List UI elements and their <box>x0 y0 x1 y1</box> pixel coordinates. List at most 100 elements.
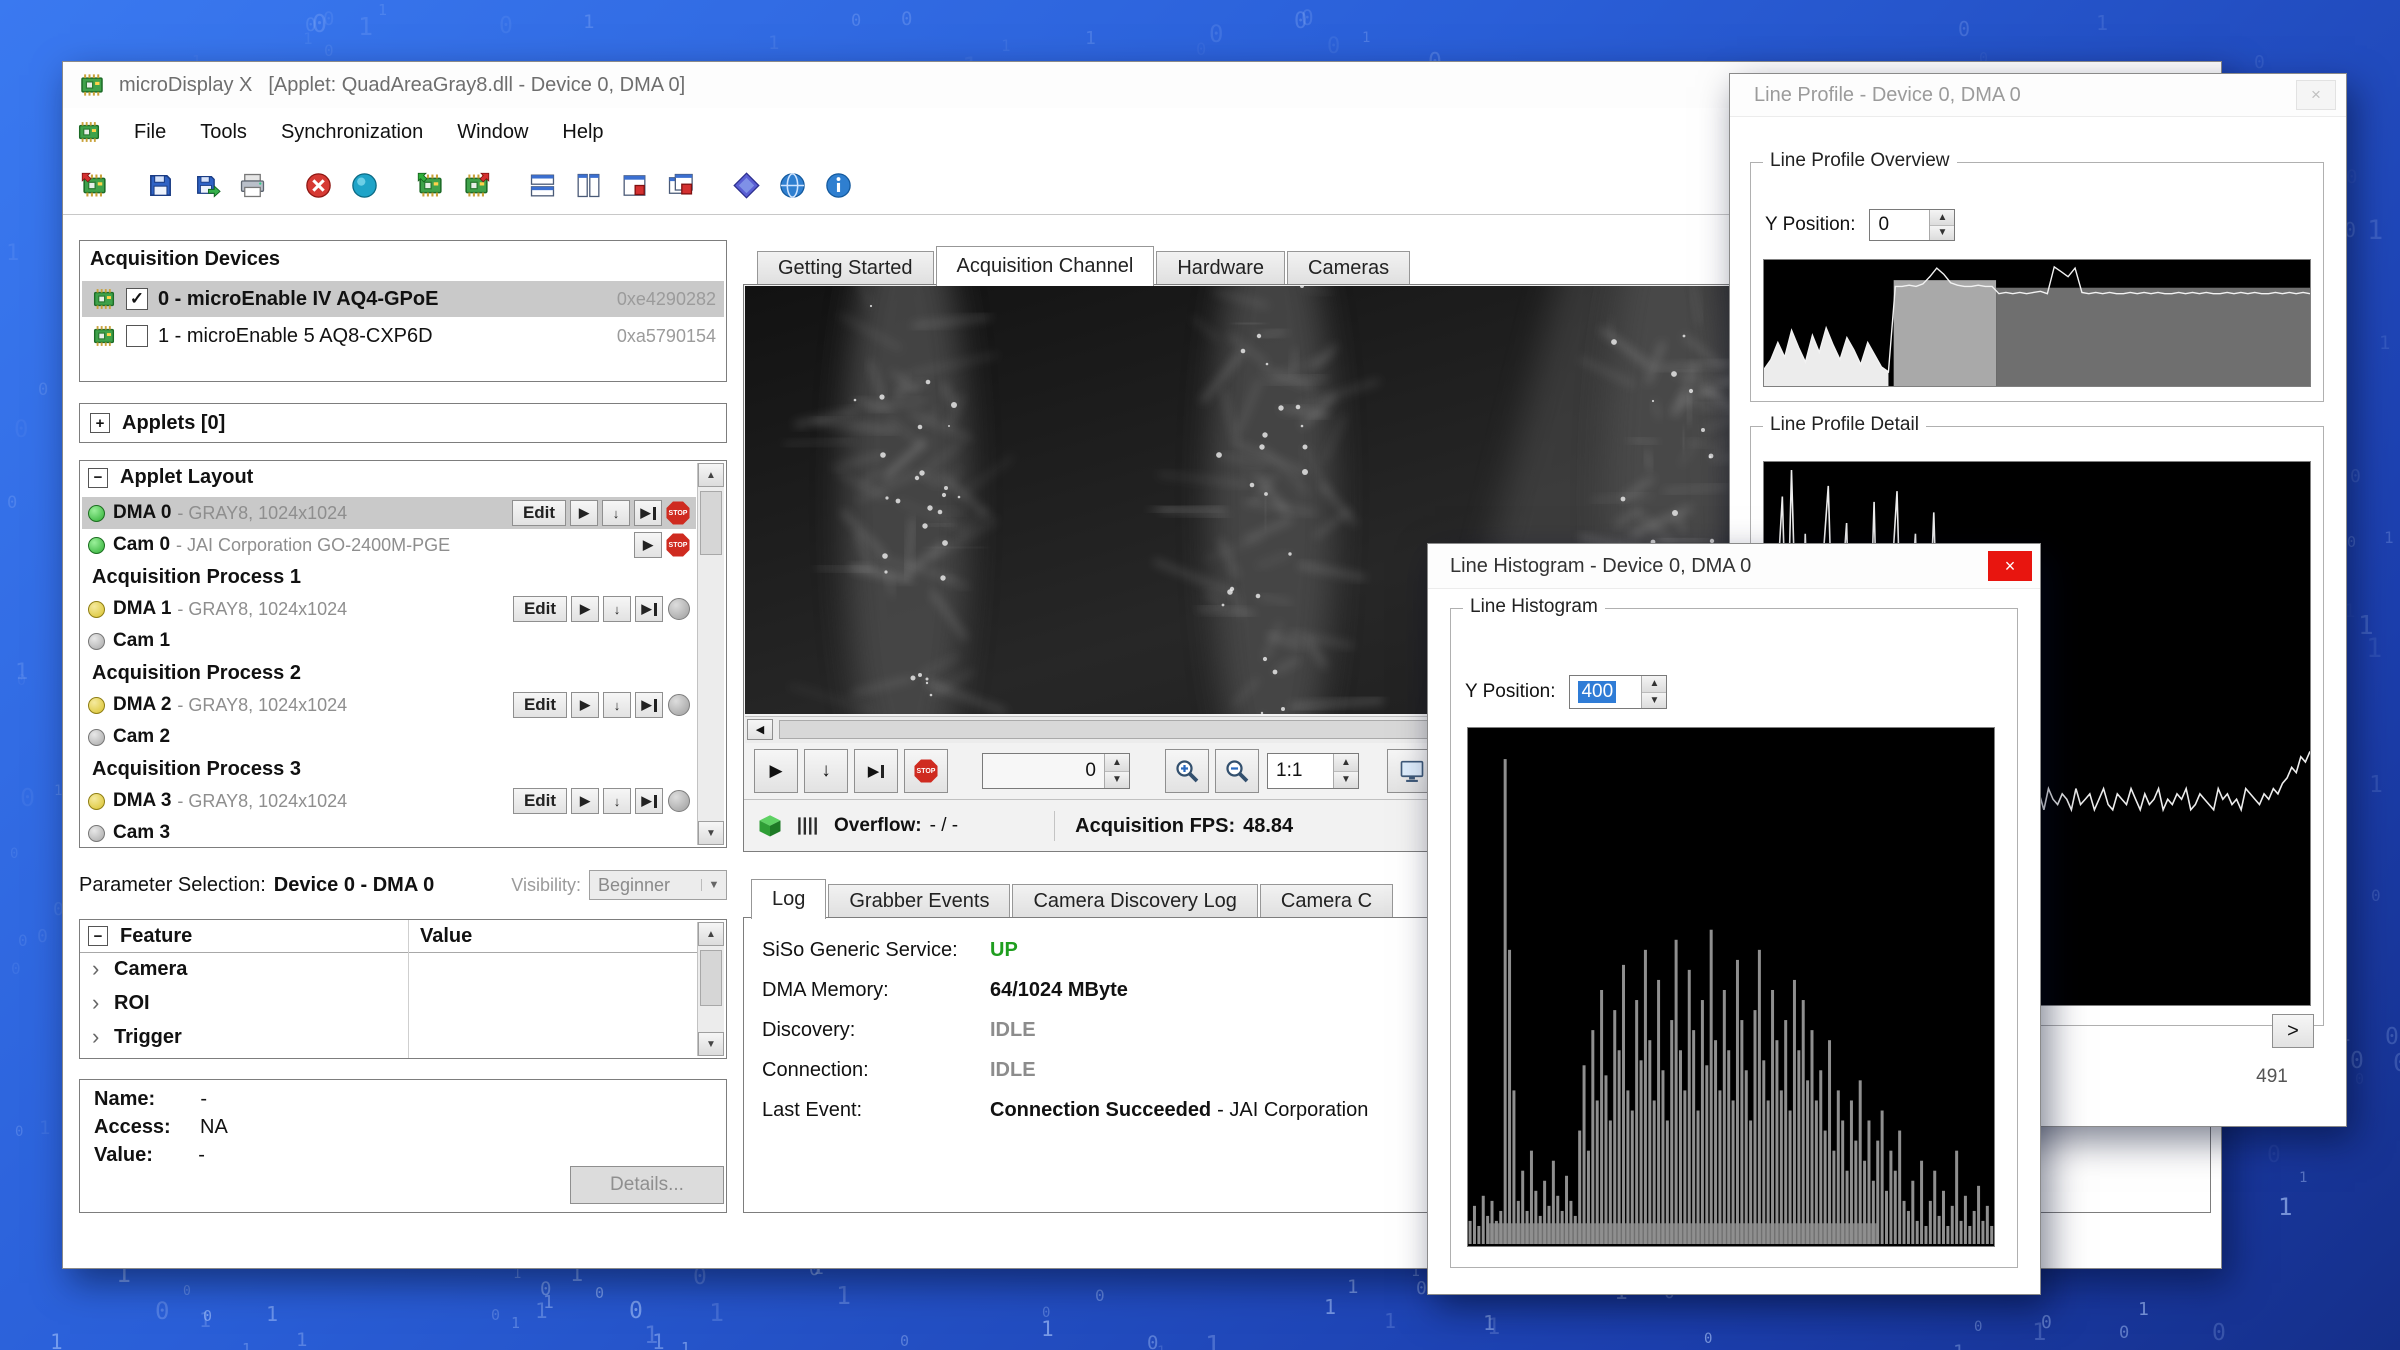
chip-in-icon[interactable] <box>411 166 449 204</box>
power-icon[interactable] <box>345 166 383 204</box>
log-tab-camera-discovery-log[interactable]: Camera Discovery Log <box>1012 884 1257 918</box>
collapse-icon[interactable]: − <box>88 926 108 946</box>
log-tab-log[interactable]: Log <box>751 879 826 919</box>
zoom-out-button[interactable] <box>1215 749 1259 793</box>
tab-acquisition-channel[interactable]: Acquisition Channel <box>936 246 1155 286</box>
scroll-up-button[interactable]: ▲ <box>698 922 724 946</box>
menu-synchronization[interactable]: Synchronization <box>264 108 440 156</box>
spin-down[interactable]: ▼ <box>1105 772 1129 789</box>
close-icon[interactable]: × <box>1988 551 2032 581</box>
expander-icon[interactable]: › <box>92 990 114 1016</box>
spin-down[interactable]: ▼ <box>1334 772 1358 789</box>
dma-row[interactable]: DMA 0- GRAY8, 1024x1024Edit▶↓▶STOP <box>82 497 696 529</box>
y-position-spinbox[interactable]: 0 ▲▼ <box>1869 209 1955 241</box>
zoom-scale-spinbox[interactable]: 1:1 ▲▼ <box>1267 753 1359 789</box>
feature-table-scrollbar[interactable]: ▲ ▼ <box>697 922 724 1056</box>
grab-button[interactable]: ↓ <box>603 692 631 718</box>
scroll-left-button[interactable]: ◀ <box>747 719 773 740</box>
spin-up[interactable]: ▲ <box>1334 754 1358 772</box>
details-button[interactable]: Details... <box>570 1166 724 1204</box>
feature-column-header[interactable]: Feature <box>120 925 192 948</box>
spin-up[interactable]: ▲ <box>1642 676 1666 693</box>
collapse-icon[interactable]: − <box>88 468 108 488</box>
close-all-icon[interactable] <box>661 166 699 204</box>
expander-icon[interactable]: › <box>92 956 114 982</box>
next-line-button[interactable]: > <box>2272 1014 2314 1048</box>
scroll-down-button[interactable]: ▼ <box>698 821 724 845</box>
grab-button[interactable]: ↓ <box>603 788 631 814</box>
last-frame-button[interactable]: ▶ <box>635 788 663 814</box>
play-button[interactable]: ▶ <box>754 749 798 793</box>
menu-help[interactable]: Help <box>545 108 620 156</box>
last-frame-button[interactable]: ▶ <box>635 692 663 718</box>
line-histogram-titlebar[interactable]: Line Histogram - Device 0, DMA 0 × <box>1428 544 2040 589</box>
chip-out-icon[interactable] <box>457 166 495 204</box>
close-vp-icon[interactable] <box>615 166 653 204</box>
stop-button[interactable]: STOP <box>666 533 690 557</box>
y-position-spinbox[interactable]: 400 ▲▼ <box>1569 675 1667 709</box>
close-icon[interactable]: × <box>2296 80 2336 110</box>
stop-button-inactive[interactable] <box>668 598 690 620</box>
grab-button[interactable]: ↓ <box>804 749 848 793</box>
applets-panel[interactable]: + Applets [0] <box>79 403 727 443</box>
device-row[interactable]: 1 - microEnable 5 AQ8-CXP6D 0xa5790154 <box>82 319 724 353</box>
play-button[interactable]: ▶ <box>571 692 599 718</box>
dma-row[interactable]: DMA 1- GRAY8, 1024x1024Edit▶↓▶ <box>82 593 696 625</box>
scroll-down-button[interactable]: ▼ <box>698 1032 724 1056</box>
save-export-icon[interactable] <box>187 166 225 204</box>
edit-button[interactable]: Edit <box>513 788 567 814</box>
expand-icon[interactable]: + <box>90 413 110 433</box>
frame-counter[interactable]: 0 ▲▼ <box>982 753 1130 789</box>
applet-layout-scrollbar[interactable]: ▲ ▼ <box>697 463 724 845</box>
last-frame-button[interactable]: ▶ <box>635 596 663 622</box>
grab-button[interactable]: ↓ <box>603 596 631 622</box>
menu-window[interactable]: Window <box>440 108 545 156</box>
expander-icon[interactable]: › <box>92 1024 114 1050</box>
spin-up[interactable]: ▲ <box>1930 210 1954 226</box>
zoom-in-button[interactable] <box>1165 749 1209 793</box>
stop-button-inactive[interactable] <box>668 694 690 716</box>
spin-up[interactable]: ▲ <box>1105 754 1129 772</box>
spin-down[interactable]: ▼ <box>1642 693 1666 709</box>
device-checkbox[interactable]: ✓ <box>126 288 148 310</box>
cam-row[interactable]: Cam 1 <box>82 625 696 657</box>
line-profile-titlebar[interactable]: Line Profile - Device 0, DMA 0 × <box>1730 74 2346 117</box>
device-checkbox[interactable] <box>126 325 148 347</box>
chip-load-icon[interactable] <box>75 166 113 204</box>
scroll-up-button[interactable]: ▲ <box>698 463 724 487</box>
tab-cameras[interactable]: Cameras <box>1287 251 1410 285</box>
last-frame-button[interactable]: ▶ <box>634 500 662 526</box>
spin-down[interactable]: ▼ <box>1930 226 1954 241</box>
play-button[interactable]: ▶ <box>570 500 598 526</box>
last-frame-button[interactable]: ▶ <box>854 749 898 793</box>
web-icon[interactable] <box>773 166 811 204</box>
tab-hardware[interactable]: Hardware <box>1156 251 1285 285</box>
play-button[interactable]: ▶ <box>571 596 599 622</box>
stop-button[interactable]: STOP <box>904 749 948 793</box>
feature-row-trigger[interactable]: › Trigger <box>80 1020 698 1054</box>
tile-h-icon[interactable] <box>523 166 561 204</box>
value-column-header[interactable]: Value <box>420 925 472 948</box>
edit-button[interactable]: Edit <box>513 596 567 622</box>
book-icon[interactable] <box>727 166 765 204</box>
abort-icon[interactable] <box>299 166 337 204</box>
feature-row-roi[interactable]: › ROI <box>80 986 698 1020</box>
cam-row[interactable]: Cam 3 <box>82 817 696 845</box>
info-icon[interactable] <box>819 166 857 204</box>
menu-file[interactable]: File <box>117 108 183 156</box>
edit-button[interactable]: Edit <box>513 692 567 718</box>
stop-button-inactive[interactable] <box>668 790 690 812</box>
grab-button[interactable]: ↓ <box>602 500 630 526</box>
scroll-thumb[interactable] <box>700 950 722 1006</box>
feature-row-camera[interactable]: › Camera <box>80 952 698 986</box>
log-tab-camera-c[interactable]: Camera C <box>1260 884 1393 918</box>
menu-system-icon[interactable] <box>75 118 103 146</box>
log-tab-grabber-events[interactable]: Grabber Events <box>828 884 1010 918</box>
cam-row[interactable]: Cam 0- JAI Corporation GO-2400M-PGE▶STOP <box>82 529 696 561</box>
dma-row[interactable]: DMA 2- GRAY8, 1024x1024Edit▶↓▶ <box>82 689 696 721</box>
play-button[interactable]: ▶ <box>634 532 662 558</box>
print-icon[interactable] <box>233 166 271 204</box>
menu-tools[interactable]: Tools <box>183 108 264 156</box>
save-icon[interactable] <box>141 166 179 204</box>
dma-row[interactable]: DMA 3- GRAY8, 1024x1024Edit▶↓▶ <box>82 785 696 817</box>
